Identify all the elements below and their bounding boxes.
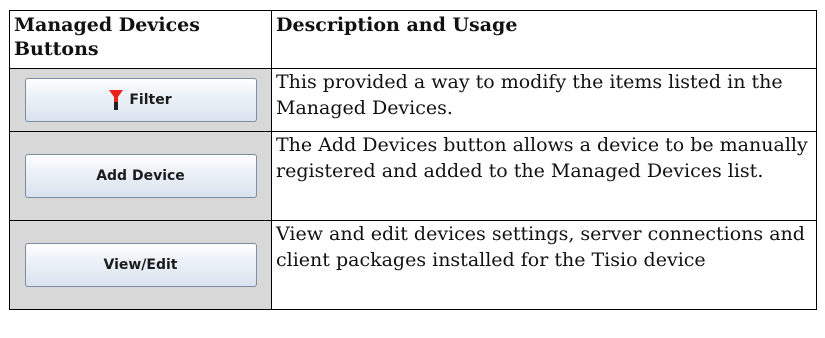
add-device-button-label: Add Device	[96, 168, 185, 184]
table-row: Add Device The Add Devices button allows…	[9, 131, 817, 221]
header-description: Description and Usage	[271, 10, 817, 69]
view-edit-button[interactable]: View/Edit	[24, 243, 257, 287]
add-device-button[interactable]: Add Device	[24, 154, 257, 198]
managed-devices-buttons-table: Managed Devices Buttons Description and …	[9, 10, 817, 310]
button-cell: Filter	[9, 68, 272, 132]
filter-funnel-icon	[109, 90, 124, 110]
button-cell: View/Edit	[9, 220, 272, 310]
description-cell: This provided a way to modify the items …	[271, 68, 817, 132]
description-cell: View and edit devices settings, server c…	[271, 220, 817, 310]
table-header-row: Managed Devices Buttons Description and …	[9, 10, 817, 69]
button-cell: Add Device	[9, 131, 272, 221]
table-row: Filter This provided a way to modify the…	[9, 68, 817, 132]
view-edit-button-label: View/Edit	[103, 257, 178, 273]
description-cell: The Add Devices button allows a device t…	[271, 131, 817, 221]
header-buttons: Managed Devices Buttons	[9, 10, 272, 69]
table-row: View/Edit View and edit devices settings…	[9, 220, 817, 310]
filter-button[interactable]: Filter	[24, 78, 257, 122]
filter-button-label: Filter	[129, 92, 172, 108]
